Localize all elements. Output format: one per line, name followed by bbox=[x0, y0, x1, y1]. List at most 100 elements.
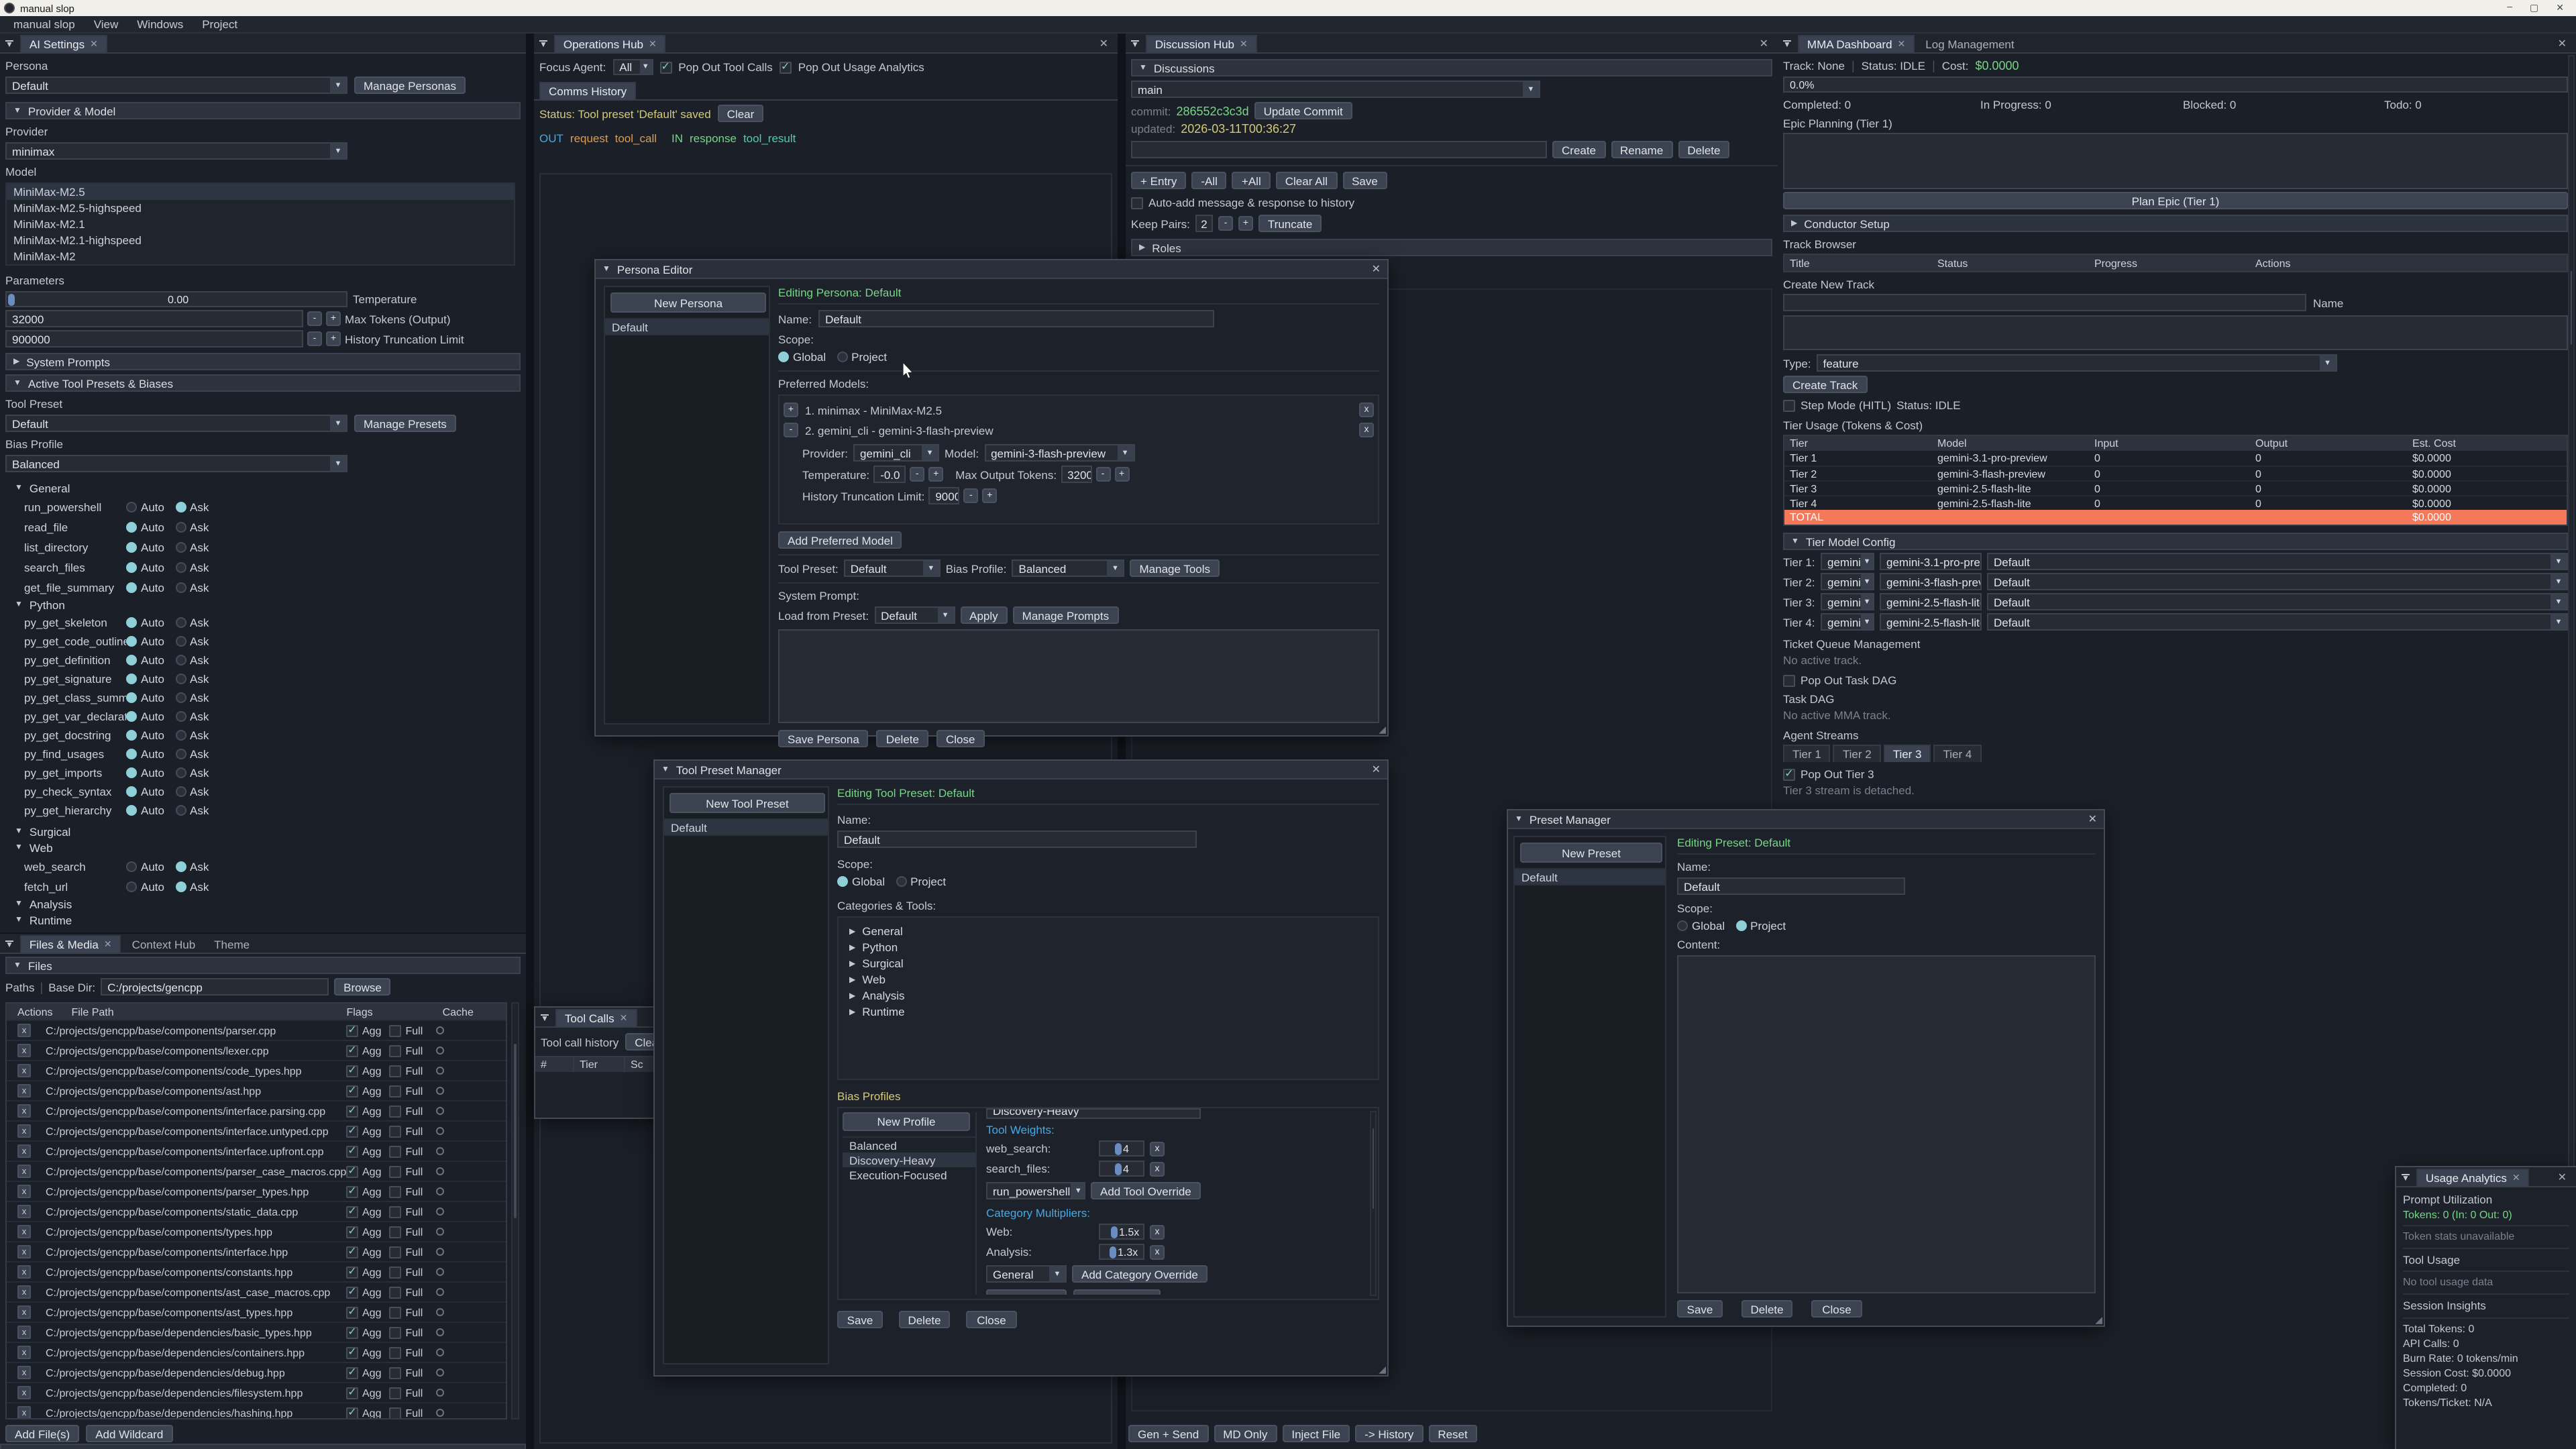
step-mode-checkbox[interactable] bbox=[1783, 399, 1795, 411]
tab-tool-calls[interactable]: Tool Calls✕ bbox=[555, 1009, 637, 1026]
pm-name-input[interactable]: Default bbox=[1677, 877, 1905, 895]
tpm-scope-global-radio[interactable] bbox=[837, 876, 848, 887]
remove-file-button[interactable]: x bbox=[17, 1104, 31, 1118]
tool-preset-select[interactable]: Default ▼ bbox=[5, 415, 347, 432]
scrollbar-thumb[interactable] bbox=[514, 1044, 517, 1218]
base-dir-input[interactable]: C:/projects/gencpp bbox=[101, 978, 329, 996]
category-runtime[interactable]: ▼Runtime bbox=[5, 912, 521, 928]
auto-radio[interactable] bbox=[126, 501, 137, 512]
remove-file-button[interactable]: x bbox=[17, 1366, 31, 1379]
remove-file-button[interactable]: x bbox=[17, 1185, 31, 1198]
full-checkbox[interactable] bbox=[389, 1366, 401, 1379]
popout-dag-checkbox[interactable] bbox=[1783, 674, 1795, 686]
persona-name-input[interactable]: Default bbox=[818, 310, 1214, 327]
category-item[interactable]: ▶ Runtime bbox=[844, 1004, 1373, 1020]
auto-radio[interactable] bbox=[126, 730, 137, 741]
full-checkbox[interactable] bbox=[389, 1085, 401, 1097]
panel-collapse-icon[interactable]: ▼ bbox=[5, 42, 13, 50]
discussions-header[interactable]: ▼ Discussions bbox=[1131, 59, 1772, 76]
delete-discussion-button[interactable]: Delete bbox=[1678, 141, 1729, 158]
agg-checkbox[interactable] bbox=[346, 1326, 358, 1338]
close-persona-button[interactable]: Close bbox=[936, 730, 984, 747]
tier-provider-select[interactable]: gemini ▼ bbox=[1821, 613, 1874, 631]
remove-multiplier-button[interactable]: x bbox=[1150, 1224, 1165, 1239]
agg-checkbox[interactable] bbox=[346, 1024, 358, 1036]
analysis-multiplier-slider[interactable]: 1.3x bbox=[1099, 1244, 1144, 1260]
keep-pairs-minus-button[interactable]: - bbox=[1218, 216, 1233, 231]
remove-weight-button[interactable]: x bbox=[1150, 1141, 1165, 1156]
web-multiplier-slider[interactable]: 1.5x bbox=[1099, 1224, 1144, 1240]
tab-context-hub[interactable]: Context Hub bbox=[124, 935, 204, 953]
files-section-header[interactable]: ▼ Files bbox=[5, 957, 521, 974]
auto-radio[interactable] bbox=[126, 582, 137, 592]
remove-file-button[interactable]: x bbox=[17, 1245, 31, 1258]
temp-minus-button[interactable]: - bbox=[910, 467, 924, 482]
full-checkbox[interactable] bbox=[389, 1286, 401, 1298]
profile-name-input[interactable]: Discovery-Heavy bbox=[986, 1108, 1201, 1119]
manage-tools-button[interactable]: Manage Tools bbox=[1130, 559, 1220, 577]
popout-toolcalls-checkbox[interactable] bbox=[659, 61, 672, 73]
ask-radio[interactable] bbox=[175, 749, 186, 759]
manage-presets-button[interactable]: Manage Presets bbox=[354, 415, 456, 432]
remove-file-button[interactable]: x bbox=[17, 1044, 31, 1057]
ask-radio[interactable] bbox=[175, 786, 186, 797]
tab-close-icon[interactable]: ✕ bbox=[620, 1013, 628, 1024]
auto-radio[interactable] bbox=[126, 674, 137, 684]
window-collapse-icon[interactable]: ▼ bbox=[1515, 815, 1523, 823]
full-checkbox[interactable] bbox=[389, 1044, 401, 1057]
full-checkbox[interactable] bbox=[389, 1266, 401, 1278]
model-option[interactable]: MiniMax-M2.5-highspeed bbox=[7, 200, 514, 216]
resize-grip[interactable]: ◢ bbox=[2095, 1315, 2102, 1326]
hist-minus-button[interactable]: - bbox=[963, 488, 978, 503]
save-discussion-button[interactable]: Save bbox=[1342, 172, 1387, 189]
clear-status-button[interactable]: Clear bbox=[718, 105, 764, 122]
history-limit-plus-button[interactable]: + bbox=[326, 331, 341, 346]
rename-discussion-button[interactable]: Rename bbox=[1611, 141, 1672, 158]
model-option[interactable]: MiniMax-M2 bbox=[7, 248, 514, 264]
remove-file-button[interactable]: x bbox=[17, 1144, 31, 1158]
auto-radio[interactable] bbox=[126, 636, 137, 647]
auto-radio[interactable] bbox=[126, 881, 137, 892]
pe-tool-preset-select[interactable]: Default ▼ bbox=[844, 559, 941, 577]
ask-radio[interactable] bbox=[175, 861, 186, 871]
agg-checkbox[interactable] bbox=[346, 1065, 358, 1077]
remove-file-button[interactable]: x bbox=[17, 1084, 31, 1097]
toolbar-button[interactable]: Reset bbox=[1428, 1425, 1477, 1442]
truncate-button[interactable]: Truncate bbox=[1258, 215, 1322, 232]
persona-editor-titlebar[interactable]: ▼ Persona Editor ✕ bbox=[596, 260, 1387, 279]
delete-profile-button[interactable]: Delete Profile bbox=[1073, 1289, 1161, 1295]
max-minus-button[interactable]: - bbox=[1095, 467, 1110, 482]
remove-multiplier-button[interactable]: x bbox=[1150, 1244, 1165, 1259]
scope-project-radio[interactable] bbox=[837, 352, 847, 362]
agg-checkbox[interactable] bbox=[346, 1387, 358, 1399]
panel-close-icon[interactable]: ✕ bbox=[2558, 38, 2573, 52]
agg-checkbox[interactable] bbox=[346, 1306, 358, 1318]
tab-log-management[interactable]: Log Management bbox=[1917, 35, 2022, 52]
remove-file-button[interactable]: x bbox=[17, 1064, 31, 1077]
auto-radio[interactable] bbox=[126, 786, 137, 797]
full-checkbox[interactable] bbox=[389, 1226, 401, 1238]
tpm-titlebar[interactable]: ▼ Tool Preset Manager ✕ bbox=[655, 761, 1387, 780]
max-tokens-plus-button[interactable]: + bbox=[326, 311, 341, 326]
reorder-button[interactable]: - bbox=[784, 423, 798, 437]
pe-hist-input[interactable]: 900000 bbox=[928, 487, 959, 504]
pe-bias-select[interactable]: Balanced ▼ bbox=[1012, 559, 1125, 577]
agg-checkbox[interactable] bbox=[346, 1145, 358, 1157]
auto-radio[interactable] bbox=[126, 541, 137, 552]
ask-radio[interactable] bbox=[175, 692, 186, 703]
full-checkbox[interactable] bbox=[389, 1306, 401, 1318]
content-textarea[interactable] bbox=[1677, 955, 2096, 1293]
category-item[interactable]: ▶ Analysis bbox=[844, 987, 1373, 1004]
conductor-setup-header[interactable]: ▶ Conductor Setup bbox=[1783, 215, 2568, 232]
full-checkbox[interactable] bbox=[389, 1205, 401, 1218]
tier-provider-select[interactable]: gemini ▼ bbox=[1821, 593, 1874, 610]
window-close-icon[interactable]: ✕ bbox=[1372, 263, 1381, 275]
tier-provider-select[interactable]: gemini ▼ bbox=[1821, 553, 1874, 570]
tab-theme[interactable]: Theme bbox=[206, 935, 258, 953]
toolbar-button[interactable]: Gen + Send bbox=[1128, 1425, 1208, 1442]
scrollbar-thumb[interactable] bbox=[2571, 271, 2572, 345]
panel-collapse-icon[interactable]: ▼ bbox=[1783, 42, 1791, 50]
tab-close-icon[interactable]: ✕ bbox=[90, 39, 98, 50]
stream-tab[interactable]: Tier 2 bbox=[1833, 745, 1881, 762]
max-tokens-input[interactable]: 32000 bbox=[5, 310, 303, 327]
